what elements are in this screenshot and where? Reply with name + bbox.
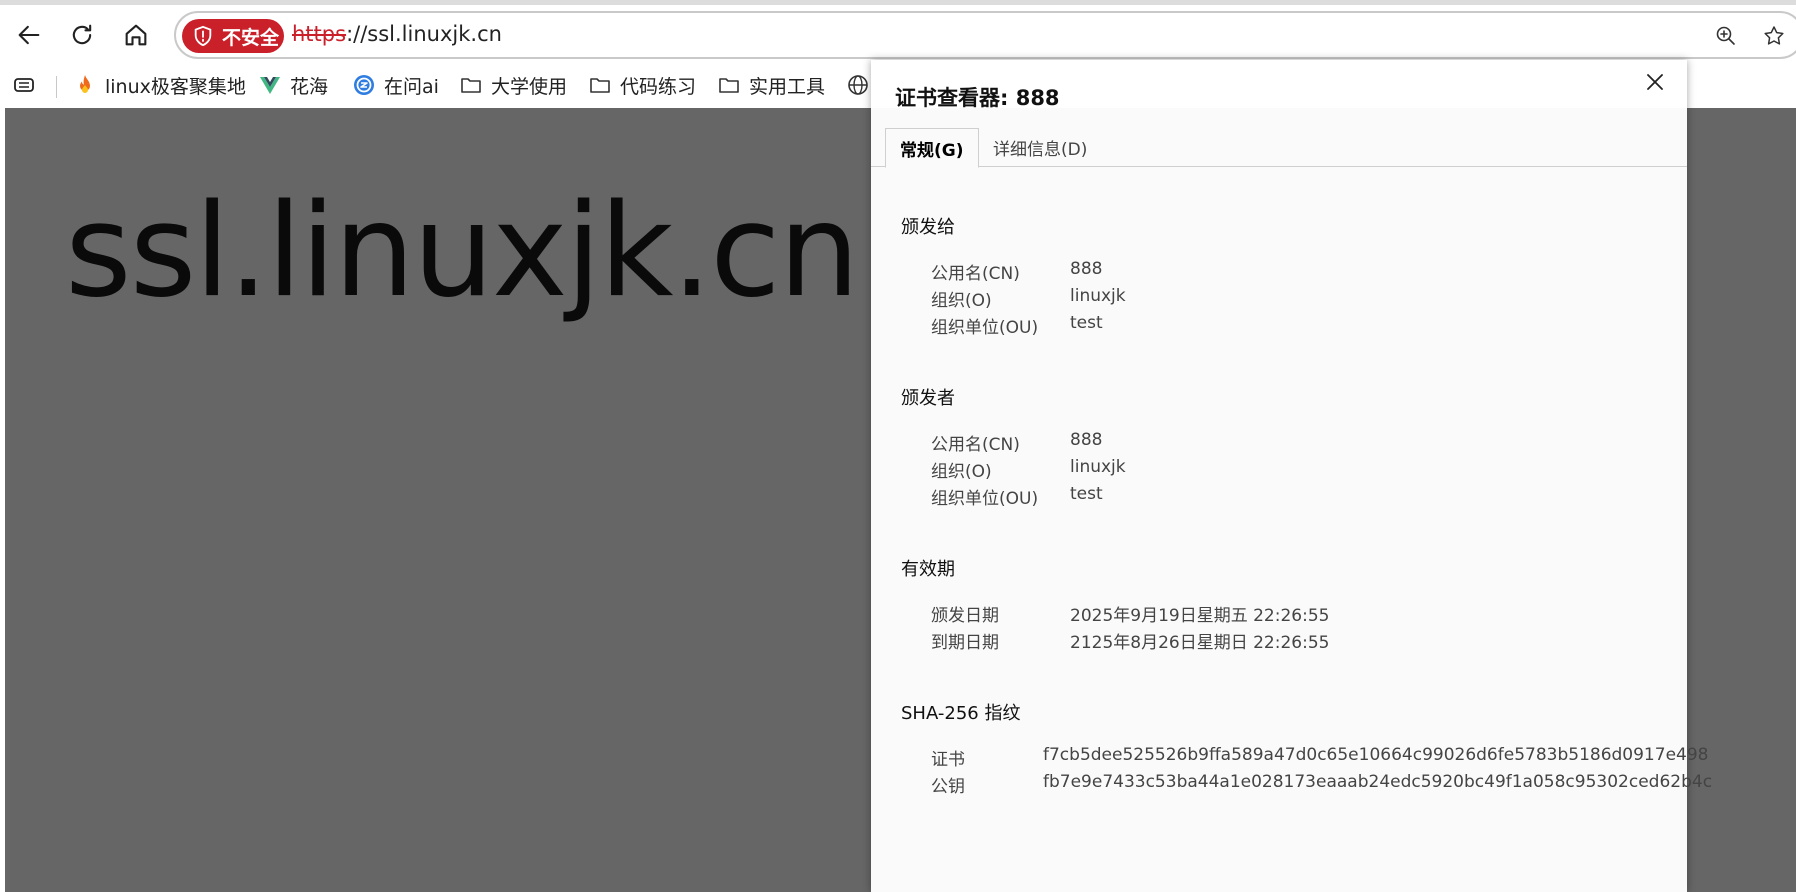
url-text[interactable]: https://ssl.linuxjk.cn: [292, 22, 502, 46]
bookmark-label: 大学使用: [491, 75, 568, 98]
field-label: 到期日期: [931, 633, 999, 653]
close-button[interactable]: [1639, 66, 1671, 98]
bookmark-folder-university[interactable]: 大学使用: [459, 70, 567, 100]
url-host: ://ssl.linuxjk.cn: [346, 22, 502, 46]
field-value: 2025年9月19日星期五 22:26:55: [1070, 606, 1330, 626]
section-issued-by-title: 颁发者: [901, 388, 955, 409]
field-label: 公用名(CN): [931, 264, 1020, 284]
field-label: 组织(O): [931, 291, 992, 311]
dialog-title: 证书查看器: 888: [895, 86, 1060, 110]
field-label: 公用名(CN): [931, 435, 1020, 455]
folder-icon: [590, 78, 610, 93]
reload-button[interactable]: [62, 15, 102, 55]
dialog-tabs: 常规(G) 详细信息(D): [871, 128, 1687, 168]
bookmark-label: 花海: [290, 75, 329, 98]
field-label: 组织单位(OU): [931, 489, 1039, 509]
bookmark-huahai[interactable]: 花海: [258, 70, 328, 100]
reload-icon: [72, 24, 92, 45]
field-label: 公钥: [931, 777, 965, 797]
bookmark-linux-geek[interactable]: linux极客聚集地: [73, 70, 246, 100]
bookmark-folder-tools[interactable]: 实用工具: [717, 70, 825, 100]
url-scheme: https: [292, 22, 347, 46]
field-label: 颁发日期: [931, 606, 999, 626]
home-icon: [125, 24, 147, 46]
field-label: 组织(O): [931, 462, 992, 482]
star-icon: [1764, 26, 1784, 45]
field-label: 证书: [931, 750, 965, 770]
fingerprint-value: f7cb5dee525526b9ffa589a47d0c65e10664c990…: [1043, 745, 1709, 765]
certificate-viewer-dialog: 证书查看器: 888 常规(G) 详细信息(D) 颁发给 公用名(CN) 888…: [871, 60, 1712, 892]
field-value: linuxjk: [1070, 286, 1126, 306]
field-value: test: [1070, 313, 1103, 333]
section-validity-title: 有效期: [901, 559, 955, 580]
browser-toolbar: 不安全 https://ssl.linuxjk.cn: [0, 5, 1796, 61]
field-value: test: [1070, 484, 1103, 504]
globe-icon: [848, 75, 868, 95]
bookmarks-separator: [56, 76, 57, 98]
bookmark-label: 实用工具: [749, 75, 826, 98]
page-heading: ssl.linuxjk.cn: [65, 177, 860, 326]
field-value: 2125年8月26日星期日 22:26:55: [1070, 633, 1330, 653]
address-bar[interactable]: 不安全 https://ssl.linuxjk.cn: [174, 11, 1796, 59]
not-secure-label: 不安全: [222, 26, 280, 49]
bookmark-label: 代码练习: [620, 75, 697, 98]
fingerprint-value: fb7e9e7433c53ba44a1e028173eaaab24edc5920…: [1043, 772, 1713, 792]
bookmarks-collection-icon: [14, 78, 34, 92]
field-value: 888: [1070, 430, 1103, 450]
field-value: linuxjk: [1070, 457, 1126, 477]
vue-logo-icon: [260, 77, 280, 94]
not-secure-badge[interactable]: 不安全: [182, 19, 284, 53]
bookmarks-menu-button[interactable]: [12, 70, 44, 100]
ai-logo-icon: [354, 75, 374, 95]
section-issued-to-title: 颁发给: [901, 217, 955, 238]
folder-icon: [461, 78, 481, 93]
shield-warning-icon: [194, 25, 212, 47]
arrow-left-icon: [18, 25, 40, 45]
fire-icon: [80, 75, 90, 93]
bookmark-label: linux极客聚集地: [105, 75, 246, 98]
close-icon: [1647, 74, 1663, 90]
folder-icon: [719, 78, 739, 93]
zoom-button[interactable]: [1711, 21, 1741, 51]
zoom-in-icon: [1716, 26, 1735, 45]
back-button[interactable]: [9, 15, 49, 55]
bookmark-label: 在问ai: [384, 75, 439, 98]
tab-general[interactable]: 常规(G): [885, 128, 979, 168]
field-label: 组织单位(OU): [931, 318, 1039, 338]
section-fingerprints-title: SHA-256 指纹: [901, 703, 1021, 724]
bookmark-folder-code-practice[interactable]: 代码练习: [588, 70, 696, 100]
bookmark-zaiwen-ai[interactable]: 在问ai: [352, 70, 439, 100]
field-value: 888: [1070, 259, 1103, 279]
favorite-button[interactable]: [1759, 21, 1789, 51]
tab-details[interactable]: 详细信息(D): [979, 128, 1101, 167]
home-button[interactable]: [116, 15, 156, 55]
